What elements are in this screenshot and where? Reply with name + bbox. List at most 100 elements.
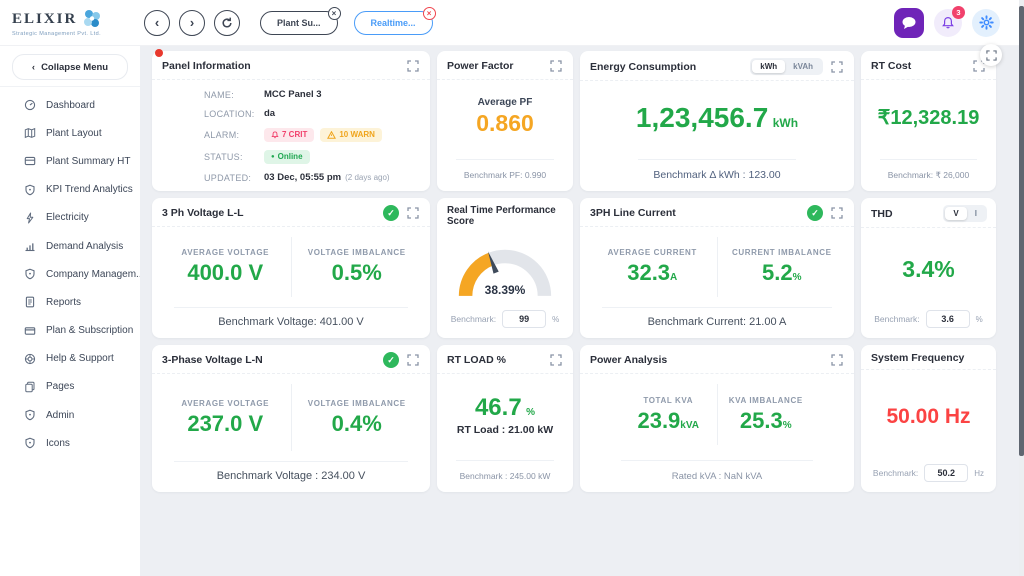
benchmark-text: Benchmark Current: 21.00 A [648, 316, 787, 328]
voltage-imbalance-value: 0.5% [292, 260, 423, 286]
shield-icon [24, 268, 36, 280]
benchmark-text: Benchmark PF: 0.990 [464, 170, 546, 180]
gear-icon [979, 15, 994, 30]
updated-label: UPDATED: [204, 173, 264, 183]
expand-icon[interactable] [405, 205, 421, 221]
name-value: MCC Panel 3 [264, 89, 322, 100]
sidebar-item-pages[interactable]: Pages [0, 373, 140, 401]
expand-icon[interactable] [829, 352, 845, 368]
card-rt-load: RT LOAD % 46.7 % RT Load : 21.00 kW Benc… [437, 345, 573, 492]
sidebar-item-icons[interactable]: Icons [0, 429, 140, 457]
tab-realtime[interactable]: Realtime... × [354, 11, 433, 35]
status-online-badge: ● Online [264, 150, 310, 164]
thd-value: 3.4% [902, 256, 954, 283]
alarm-label: ALARM: [204, 130, 264, 140]
sidebar: ‹ Collapse Menu Dashboard Plant Layout P… [0, 46, 140, 576]
sidebar-item-plant-layout[interactable]: Plant Layout [0, 119, 140, 147]
average-pf-label: Average PF [478, 97, 533, 108]
card-voltage-ln: 3-Phase Voltage L-N ✓ AVERAGE VOLTAGE 23… [152, 345, 430, 492]
performance-value: 38.39% [485, 283, 526, 297]
card-title: Panel Information [162, 60, 251, 72]
dashboard-content: Panel Information NAME: MCC Panel 3 LOCA… [140, 46, 1024, 576]
card-title: 3 Ph Voltage L-L [162, 207, 243, 219]
critical-alarm-badge[interactable]: 7 CRIT [264, 128, 314, 142]
avg-voltage-value: 237.0 V [160, 411, 291, 437]
brand-logo: ELIXIR Strategic Management Pvt. Ltd. [0, 8, 128, 37]
scrollbar-thumb[interactable] [1019, 6, 1024, 456]
sidebar-item-plan-subscription[interactable]: Plan & Subscription [0, 317, 140, 345]
sidebar-item-company-management[interactable]: Company Managem... [0, 260, 140, 288]
collapse-menu-button[interactable]: ‹ Collapse Menu [12, 54, 128, 80]
current-imbalance-label: CURRENT IMBALANCE [718, 248, 847, 257]
sidebar-item-help-support[interactable]: Help & Support [0, 345, 140, 373]
sidebar-item-plant-summary-ht[interactable]: Plant Summary HT [0, 147, 140, 175]
expand-icon[interactable] [829, 205, 845, 221]
toggle-kvah[interactable]: kVAh [785, 60, 821, 73]
shield-icon [24, 184, 36, 196]
expand-icon[interactable] [548, 352, 564, 368]
card-title: RT Cost [871, 60, 911, 72]
notifications-button[interactable]: 3 [934, 9, 962, 37]
chat-button[interactable] [894, 8, 924, 38]
sidebar-item-reports[interactable]: Reports [0, 288, 140, 316]
sidebar-item-demand-analysis[interactable]: Demand Analysis [0, 232, 140, 260]
tab-plant-summary[interactable]: Plant Su... × [260, 11, 338, 35]
avg-current-value: 32.3A [588, 260, 717, 286]
location-value: da [264, 108, 275, 119]
expand-icon[interactable] [548, 58, 564, 74]
expand-icon[interactable] [405, 352, 421, 368]
chart-icon [24, 240, 36, 252]
settings-button[interactable] [972, 9, 1000, 37]
tab-realtime-label: Realtime... [371, 18, 416, 28]
tab-plant-summary-label: Plant Su... [277, 18, 321, 28]
brand-name: ELIXIR [12, 11, 77, 28]
toggle-current[interactable]: I [967, 207, 985, 220]
rt-cost-value: ₹12,328.19 [878, 105, 980, 130]
warning-icon [327, 131, 336, 139]
sidebar-item-admin[interactable]: Admin [0, 401, 140, 429]
nav-refresh-button[interactable] [214, 10, 240, 36]
toggle-voltage[interactable]: V [945, 207, 966, 220]
card-thd: THD V I 3.4% Benchmark: % [861, 198, 996, 338]
card-title: Real Time Performance Score [447, 205, 564, 227]
benchmark-text: Benchmark Voltage : 234.00 V [217, 470, 366, 482]
chat-bubble-icon [900, 15, 918, 31]
rt-load-unit: % [526, 407, 535, 418]
average-pf-value: 0.860 [476, 110, 534, 137]
sidebar-item-electricity[interactable]: Electricity [0, 204, 140, 232]
card-system-frequency: System Frequency 50.00 Hz Benchmark: Hz [861, 345, 996, 492]
current-imbalance-value: 5.2% [718, 260, 847, 286]
collapse-chevron-icon: ‹ [32, 62, 35, 73]
kva-imbalance-label: KVA IMBALANCE [718, 396, 815, 405]
vertical-scrollbar[interactable] [1019, 0, 1024, 576]
card-rt-cost: RT Cost ₹12,328.19 Benchmark: ₹ 26,000 [861, 51, 996, 191]
expand-icon[interactable] [405, 58, 421, 74]
sidebar-item-dashboard[interactable]: Dashboard [0, 91, 140, 119]
page-fullscreen-button[interactable] [980, 44, 1002, 66]
benchmark-text: Benchmark: ₹ 26,000 [888, 170, 969, 180]
card-title: 3-Phase Voltage L-N [162, 354, 263, 366]
nav-forward-button[interactable]: › [179, 10, 205, 36]
total-kva-value: 23.9kVA [620, 408, 717, 434]
avg-voltage-label: AVERAGE VOLTAGE [160, 399, 291, 408]
card-power-factor: Power Factor Average PF 0.860 Benchmark … [437, 51, 573, 191]
shield-icon [24, 409, 36, 421]
avg-voltage-label: AVERAGE VOLTAGE [160, 248, 291, 257]
benchmark-input[interactable] [926, 310, 970, 328]
card-title: RT LOAD % [447, 354, 506, 366]
toggle-kwh[interactable]: kWh [752, 60, 785, 73]
card-voltage-ll: 3 Ph Voltage L-L ✓ AVERAGE VOLTAGE 400.0… [152, 198, 430, 338]
expand-icon[interactable] [829, 59, 845, 75]
energy-unit: kWh [773, 116, 798, 130]
card-title: Power Analysis [590, 354, 667, 366]
benchmark-input[interactable] [924, 464, 968, 482]
sidebar-item-kpi-trend-analytics[interactable]: KPI Trend Analytics [0, 176, 140, 204]
benchmark-label: Benchmark: [874, 314, 919, 324]
card-energy-consumption: Energy Consumption kWh kVAh 1,23,456.7 k… [580, 51, 854, 191]
warning-alarm-badge[interactable]: 10 WARN [320, 128, 382, 142]
nav-back-button[interactable]: ‹ [144, 10, 170, 36]
benchmark-input[interactable] [502, 310, 546, 328]
tab-realtime-close-icon[interactable]: × [423, 7, 436, 20]
tab-plant-summary-close-icon[interactable]: × [328, 7, 341, 20]
energy-value: 1,23,456.7 [636, 102, 768, 133]
